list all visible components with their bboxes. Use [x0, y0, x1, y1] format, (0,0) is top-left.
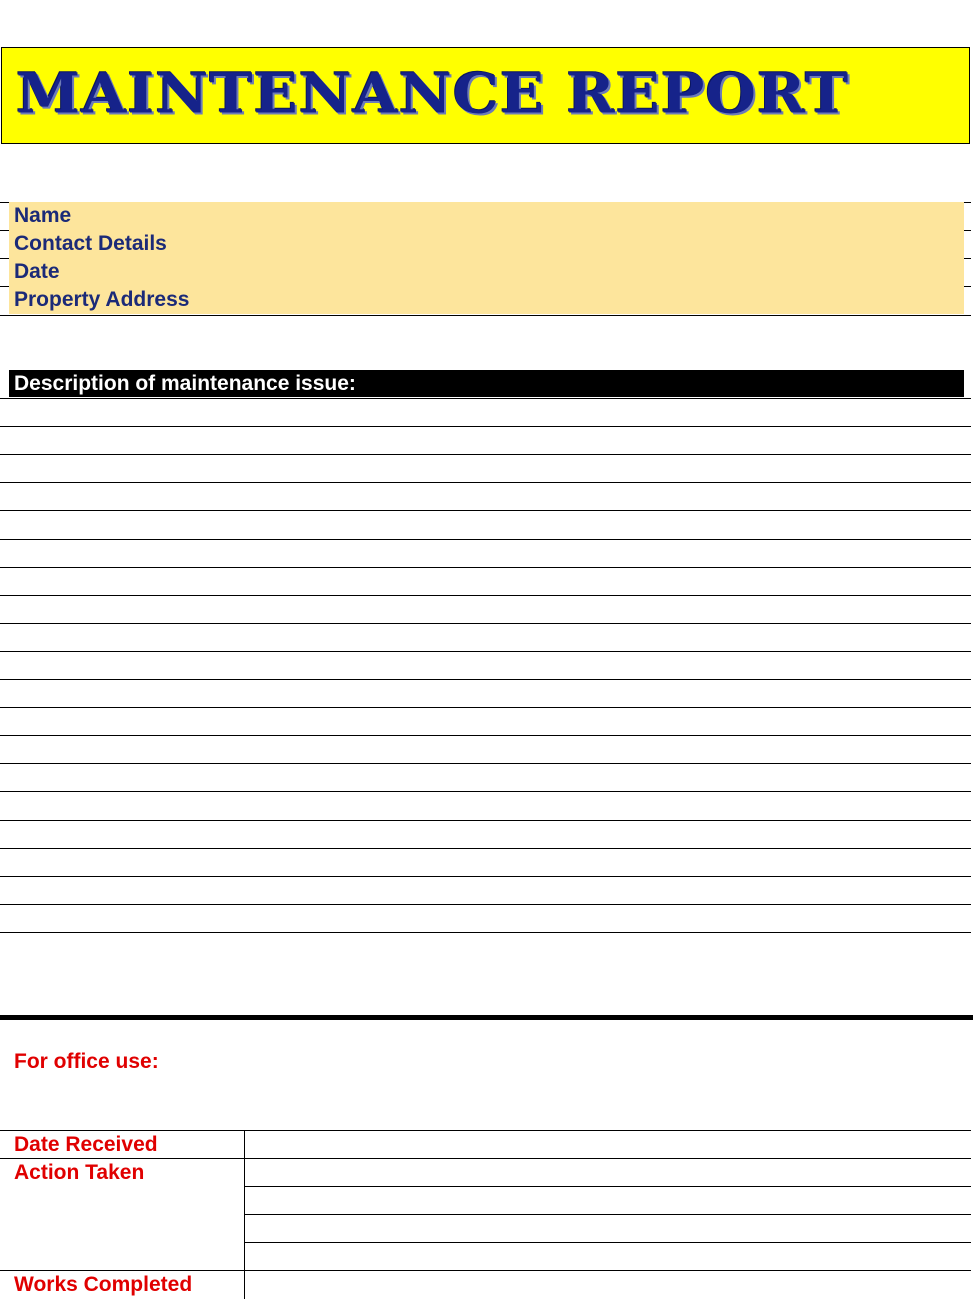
title-banner: MAINTENANCE REPORT [1, 47, 970, 144]
info-field-date[interactable]: Date [9, 258, 964, 286]
works-completed-label: Works Completed [14, 1273, 193, 1296]
row-tick [0, 258, 9, 259]
info-field-address[interactable]: Property Address [9, 286, 964, 314]
description-line[interactable] [0, 398, 971, 399]
row-tick [0, 202, 9, 203]
description-line[interactable] [0, 482, 971, 483]
row-tick [964, 230, 971, 231]
report-title: MAINTENANCE REPORT [16, 61, 850, 126]
description-line[interactable] [0, 567, 971, 568]
description-line[interactable] [0, 791, 971, 792]
date-received-label: Date Received [14, 1133, 158, 1156]
row-tick [0, 286, 9, 287]
description-line[interactable] [0, 820, 971, 821]
name-label: Name [14, 204, 72, 227]
row-tick [964, 286, 971, 287]
description-line[interactable] [0, 595, 971, 596]
description-line[interactable] [0, 623, 971, 624]
description-line[interactable] [0, 651, 971, 652]
description-heading: Description of maintenance issue: [9, 370, 964, 397]
row-tick [0, 230, 9, 231]
description-line[interactable] [0, 426, 971, 427]
contact-details-label: Contact Details [14, 232, 167, 255]
description-line[interactable] [0, 679, 971, 680]
action-taken-line[interactable] [244, 1186, 971, 1187]
description-line[interactable] [0, 735, 971, 736]
description-line[interactable] [0, 932, 971, 933]
section-divider [0, 1015, 973, 1020]
description-line[interactable] [0, 876, 971, 877]
action-taken-line[interactable] [244, 1242, 971, 1243]
info-field-name[interactable]: Name [9, 202, 964, 230]
row-tick [964, 202, 971, 203]
description-line[interactable] [0, 904, 971, 905]
office-column-divider [244, 1130, 245, 1299]
row-tick [964, 258, 971, 259]
office-rule [0, 1158, 971, 1159]
office-use-heading: For office use: [14, 1050, 159, 1073]
action-taken-line[interactable] [244, 1214, 971, 1215]
property-address-label: Property Address [14, 288, 190, 311]
description-line[interactable] [0, 848, 971, 849]
action-taken-label: Action Taken [14, 1161, 145, 1184]
info-field-contact[interactable]: Contact Details [9, 230, 964, 258]
description-line[interactable] [0, 510, 971, 511]
info-bottom-rule [0, 315, 971, 316]
info-block: Name Contact Details Date Property Addre… [9, 202, 964, 314]
description-line[interactable] [0, 454, 971, 455]
description-line[interactable] [0, 707, 971, 708]
description-line[interactable] [0, 763, 971, 764]
description-line[interactable] [0, 539, 971, 540]
description-heading-text: Description of maintenance issue: [14, 372, 356, 395]
date-label: Date [14, 260, 60, 283]
